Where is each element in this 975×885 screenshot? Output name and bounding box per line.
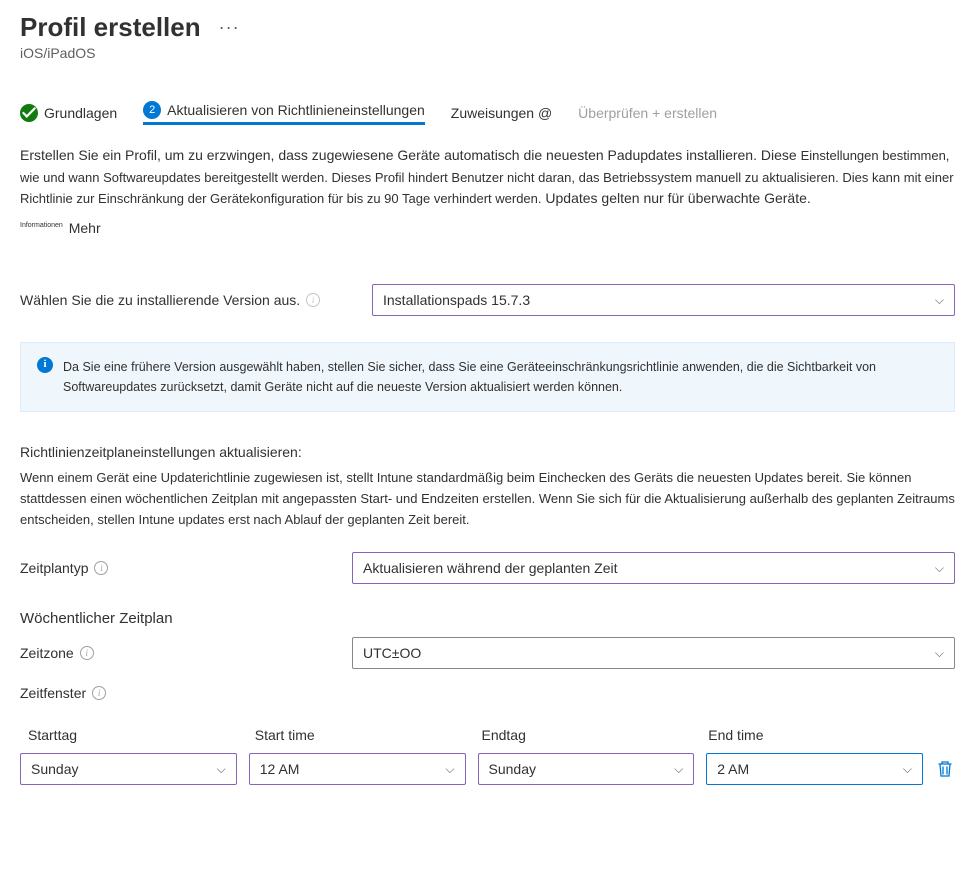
schedule-type-label: Zeitplantyp i bbox=[20, 560, 340, 576]
chevron-down-icon: ⌵ bbox=[935, 293, 944, 308]
more-link[interactable]: Mehr bbox=[69, 220, 101, 236]
schedule-type-text: Zeitplantyp bbox=[20, 560, 88, 576]
col-startday: Starttag bbox=[28, 727, 243, 743]
version-select[interactable]: Installationspads 15.7.3 ⌵ bbox=[372, 284, 955, 316]
more-info-row: Informationen Mehr bbox=[20, 220, 955, 258]
chevron-down-icon: ⌵ bbox=[903, 762, 912, 777]
timezone-select[interactable]: UTC±OO ⌵ bbox=[352, 637, 955, 669]
endtime-select[interactable]: 2 AM ⌵ bbox=[706, 753, 923, 785]
weekly-schedule-title: Wöchentlicher Zeitplan bbox=[20, 610, 955, 627]
version-value: Installationspads 15.7.3 bbox=[383, 292, 530, 308]
step-assignments[interactable]: Zuweisungen @ bbox=[451, 105, 552, 121]
endtime-value: 2 AM bbox=[717, 761, 749, 777]
schedule-type-select[interactable]: Aktualisieren während der geplanten Zeit… bbox=[352, 552, 955, 584]
chevron-down-icon: ⌵ bbox=[217, 762, 226, 777]
schedule-type-value: Aktualisieren während der geplanten Zeit bbox=[363, 560, 618, 576]
starttime-select[interactable]: 12 AM ⌵ bbox=[249, 753, 466, 785]
desc-line3: Updates gelten nur für überwachte Geräte… bbox=[545, 190, 810, 206]
step-update-policy[interactable]: 2 Aktualisieren von Richtlinieneinstellu… bbox=[143, 101, 425, 125]
startday-value: Sunday bbox=[31, 761, 78, 777]
chevron-down-icon: ⌵ bbox=[935, 561, 944, 576]
page-title: Profil erstellen bbox=[20, 12, 201, 43]
endday-select[interactable]: Sunday ⌵ bbox=[478, 753, 695, 785]
desc-line1: Erstellen Sie ein Profil, um zu erzwinge… bbox=[20, 147, 797, 163]
info-tiny-label: Informationen bbox=[20, 222, 63, 229]
schedule-desc: Wenn einem Gerät eine Updaterichtlinie z… bbox=[20, 468, 955, 530]
chevron-down-icon: ⌵ bbox=[445, 762, 454, 777]
col-starttime: Start time bbox=[255, 727, 470, 743]
info-icon: i bbox=[37, 357, 53, 373]
step-review[interactable]: Überprüfen + erstellen bbox=[578, 105, 717, 121]
startday-select[interactable]: Sunday ⌵ bbox=[20, 753, 237, 785]
wizard-steps: Grundlagen 2 Aktualisieren von Richtlini… bbox=[20, 101, 955, 125]
col-endday: Endtag bbox=[482, 727, 697, 743]
col-endtime: End time bbox=[708, 727, 923, 743]
step-label: Aktualisieren von Richtlinieneinstellung… bbox=[167, 102, 425, 118]
step-number-icon: 2 bbox=[143, 101, 161, 119]
chevron-down-icon: ⌵ bbox=[674, 762, 683, 777]
trash-icon bbox=[937, 760, 953, 778]
tz-value: UTC±OO bbox=[363, 645, 421, 661]
more-icon[interactable]: ··· bbox=[219, 17, 240, 38]
info-icon[interactable]: i bbox=[80, 646, 94, 660]
info-banner: i Da Sie eine frühere Version ausgewählt… bbox=[20, 342, 955, 412]
window-label-text: Zeitfenster bbox=[20, 685, 86, 701]
time-row: Sunday ⌵ 12 AM ⌵ Sunday ⌵ 2 AM ⌵ bbox=[20, 753, 955, 785]
info-icon[interactable]: i bbox=[92, 686, 106, 700]
tz-label-text: Zeitzone bbox=[20, 645, 74, 661]
timezone-label: Zeitzone i bbox=[20, 645, 340, 661]
step-basics[interactable]: Grundlagen bbox=[20, 104, 117, 122]
page-subtitle: iOS/iPadOS bbox=[20, 45, 955, 61]
delete-row-button[interactable] bbox=[935, 760, 955, 778]
chevron-down-icon: ⌵ bbox=[935, 646, 944, 661]
starttime-value: 12 AM bbox=[260, 761, 300, 777]
info-icon[interactable]: i bbox=[94, 561, 108, 575]
time-window-grid: Starttag Start time Endtag End time Sund… bbox=[20, 727, 955, 785]
banner-text: Da Sie eine frühere Version ausgewählt h… bbox=[63, 357, 938, 397]
timewindow-label: Zeitfenster i bbox=[20, 685, 340, 701]
info-icon[interactable]: i bbox=[306, 293, 320, 307]
description-text: Erstellen Sie ein Profil, um zu erzwinge… bbox=[20, 145, 955, 210]
version-label: Wählen Sie die zu installierende Version… bbox=[20, 292, 360, 308]
endday-value: Sunday bbox=[489, 761, 536, 777]
step-label: Grundlagen bbox=[44, 105, 117, 121]
step-label: Zuweisungen @ bbox=[451, 105, 552, 121]
check-icon bbox=[20, 104, 38, 122]
step-label: Überprüfen + erstellen bbox=[578, 105, 717, 121]
version-label-text: Wählen Sie die zu installierende Version… bbox=[20, 292, 300, 308]
schedule-title: Richtlinienzeitplaneinstellungen aktuali… bbox=[20, 444, 955, 460]
